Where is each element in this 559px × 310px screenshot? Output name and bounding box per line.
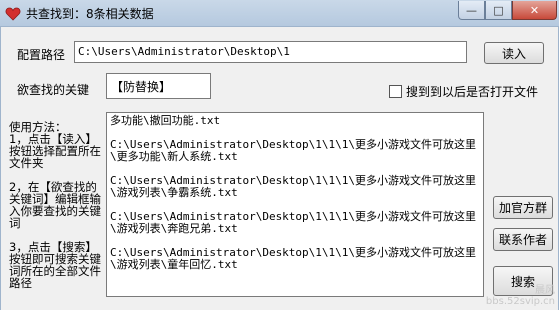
heart-icon — [5, 7, 21, 21]
minimize-icon: — — [466, 3, 477, 17]
result-item[interactable]: 多功能\撤回功能.txt — [110, 115, 480, 127]
result-item[interactable]: C:\Users\Administrator\Desktop\1\1\1\更多小… — [110, 211, 480, 235]
close-icon: ✕ — [529, 3, 540, 17]
contact-author-button[interactable]: 联系作者 — [493, 228, 553, 251]
help-text: 使用方法： 1，点击【读入】按钮选择配置所在文件夹 2，在【欲查找的关键词】编辑… — [9, 120, 101, 290]
read-button[interactable]: 读入 — [484, 42, 544, 64]
keyword-input[interactable]: 【防替换】 — [106, 73, 211, 99]
open-after-option[interactable]: 搜到到以后是否打开文件 — [389, 83, 538, 100]
minimize-button[interactable]: — — [458, 1, 485, 20]
maximize-button[interactable]: □ — [485, 1, 512, 20]
window-title: 共查找到：8条相关数据 — [26, 7, 154, 21]
join-group-button[interactable]: 加官方群 — [493, 196, 553, 219]
result-item[interactable]: C:\Users\Administrator\Desktop\1\1\1\更多小… — [110, 139, 480, 163]
result-item[interactable]: C:\Users\Administrator\Desktop\1\1\1\更多小… — [110, 175, 480, 199]
search-button[interactable]: 搜索 — [493, 266, 553, 296]
path-label: 配置路径 — [17, 48, 66, 62]
open-after-checkbox[interactable] — [389, 85, 402, 98]
close-button[interactable]: ✕ — [512, 1, 557, 20]
title-bar: 共查找到：8条相关数据 — □ ✕ — [0, 0, 559, 27]
results-list[interactable]: 多功能\撤回功能.txt C:\Users\Administrator\Desk… — [106, 112, 484, 297]
keyword-label: 欲查找的关键 — [17, 83, 90, 97]
path-input[interactable]: C:\Users\Administrator\Desktop\1 — [74, 41, 467, 63]
result-item[interactable]: C:\Users\Administrator\Desktop\1\1\1\更多小… — [110, 247, 480, 271]
open-after-label: 搜到到以后是否打开文件 — [406, 85, 539, 99]
maximize-icon: □ — [493, 3, 504, 17]
